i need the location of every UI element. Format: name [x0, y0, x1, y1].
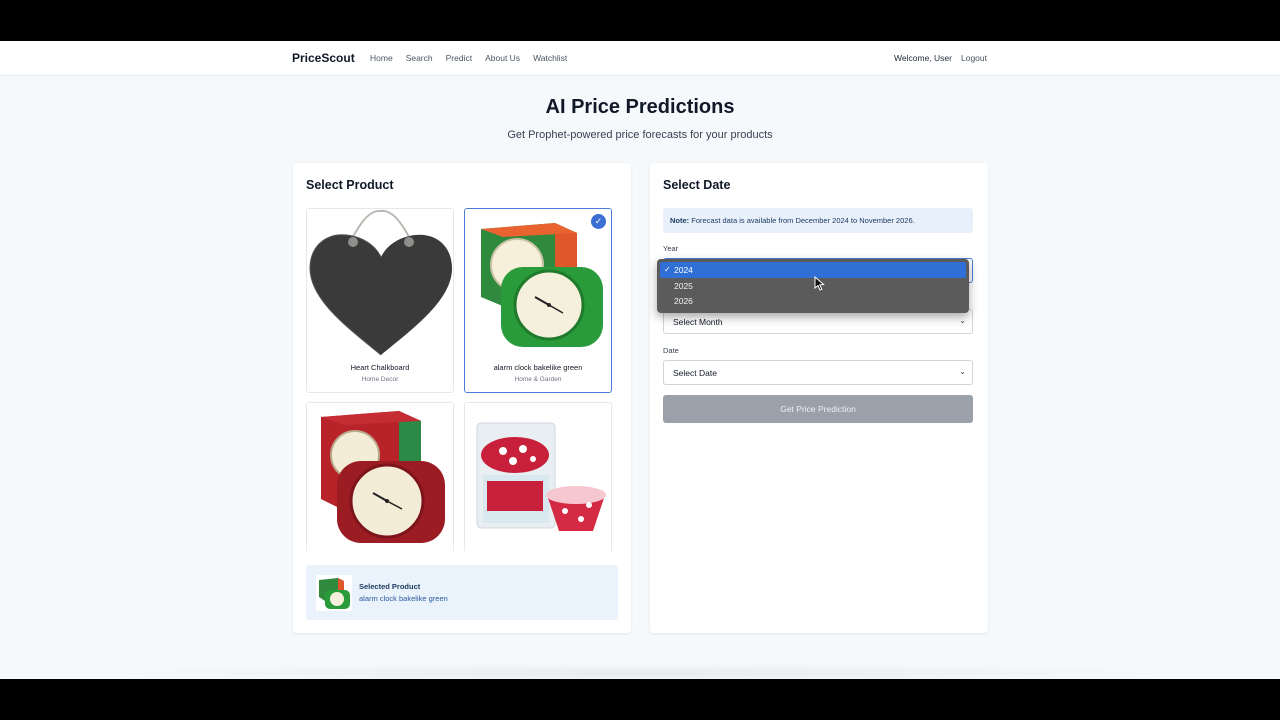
product-card-alarm-clock-green[interactable]: ✓ alarm clock bakelike green Home & Gard…	[464, 208, 612, 393]
product-name: Heart Chalkboard	[350, 363, 410, 372]
nav-user-area: Welcome, User Logout	[894, 53, 987, 63]
selected-product-name: alarm clock bakelike green	[359, 594, 448, 603]
welcome-text: Welcome, User	[894, 53, 952, 63]
nav-link-search[interactable]: Search	[406, 53, 433, 63]
red-alarm-clock-image	[307, 403, 453, 551]
nav-link-home[interactable]: Home	[370, 53, 393, 63]
chevron-down-icon: ⌄	[959, 367, 966, 376]
check-icon: ✓	[664, 265, 671, 274]
nav-link-about[interactable]: About Us	[485, 53, 520, 63]
year-option-label: 2024	[674, 265, 693, 275]
heart-chalkboard-image	[307, 209, 453, 359]
get-price-prediction-button[interactable]: Get Price Prediction	[663, 395, 973, 423]
product-category: Home Decor	[361, 376, 399, 383]
page-title: AI Price Predictions	[545, 96, 735, 118]
date-select[interactable]: Select Date ⌄	[663, 360, 973, 385]
date-select-value: Select Date	[673, 368, 717, 378]
select-product-title: Select Product	[306, 178, 394, 192]
product-grid[interactable]: Heart Chalkboard Home Decor ✓ alarm cloc…	[306, 208, 618, 551]
product-card-cupcake-cases[interactable]	[464, 402, 612, 551]
page-bottom-shadow	[90, 663, 1190, 679]
mouse-pointer-icon	[814, 276, 825, 291]
green-alarm-clock-image	[465, 209, 611, 359]
forecast-note: Note: Forecast data is available from De…	[663, 208, 973, 233]
year-option-2025[interactable]: 2025	[660, 278, 966, 294]
logout-link[interactable]: Logout	[961, 53, 987, 63]
note-prefix: Note:	[670, 216, 690, 225]
product-card-alarm-clock-red[interactable]	[306, 402, 454, 551]
selected-product-label: Selected Product	[359, 582, 421, 591]
brand-logo[interactable]: PriceScout	[292, 51, 355, 65]
year-option-2026[interactable]: 2026	[660, 293, 966, 309]
select-date-card: Select Date Note: Forecast data is avail…	[650, 163, 988, 633]
year-label: Year	[663, 244, 679, 253]
selected-product-thumbnail	[316, 575, 352, 611]
year-option-2024[interactable]: ✓ 2024	[660, 262, 966, 278]
select-date-title: Select Date	[663, 178, 731, 192]
year-option-label: 2026	[674, 296, 693, 306]
nav-link-watchlist[interactable]: Watchlist	[533, 53, 567, 63]
chevron-down-icon: ⌄	[959, 316, 966, 325]
browser-viewport: PriceScout Home Search Predict About Us …	[0, 41, 1280, 679]
select-product-card: Select Product Heart Chalkboard Home Dec…	[293, 163, 631, 633]
note-text: Forecast data is available from December…	[689, 216, 915, 225]
nav-link-predict[interactable]: Predict	[446, 53, 472, 63]
nav-links: Home Search Predict About Us Watchlist	[370, 53, 567, 63]
product-card-heart-chalkboard[interactable]: Heart Chalkboard Home Decor	[306, 208, 454, 393]
selected-product-panel: Selected Product alarm clock bakelike gr…	[306, 565, 618, 620]
selected-check-icon: ✓	[591, 214, 606, 229]
year-dropdown-menu[interactable]: ✓ 2024 2025 2026	[657, 259, 969, 313]
month-select-value: Select Month	[673, 317, 723, 327]
top-navbar: PriceScout Home Search Predict About Us …	[0, 41, 1280, 76]
year-option-label: 2025	[674, 280, 693, 291]
page-subtitle: Get Prophet-powered price forecasts for …	[507, 129, 773, 141]
product-category: Home & Garden	[514, 376, 562, 383]
product-name: alarm clock bakelike green	[493, 363, 583, 372]
date-label: Date	[663, 346, 679, 355]
cupcake-cases-image	[465, 403, 611, 551]
